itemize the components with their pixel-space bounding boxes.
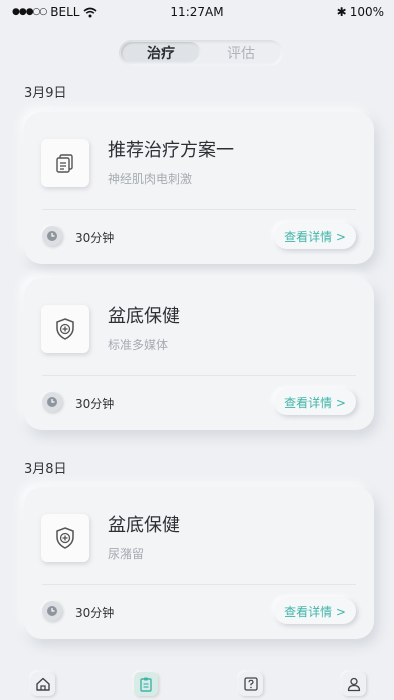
- card-title: 推荐治疗方案一: [108, 140, 234, 161]
- treatment-card[interactable]: 盆底保健 尿潴留 30分钟 查看详情 >: [24, 487, 374, 639]
- card-title: 盆底保健: [108, 306, 180, 327]
- bluetooth-icon: ✱: [336, 5, 347, 19]
- help-icon: [244, 677, 258, 691]
- duration: 30分钟: [75, 397, 115, 411]
- clock-icon: [42, 601, 62, 621]
- shield-plus-icon: [41, 514, 89, 562]
- tab-help[interactable]: [239, 672, 263, 696]
- status-right: ✱ 100%: [337, 5, 384, 19]
- user-icon: [347, 677, 361, 692]
- home-icon: [36, 677, 50, 691]
- document-icon: [41, 139, 89, 187]
- clock-icon: [42, 392, 62, 412]
- treatment-card[interactable]: 盆底保健 标准多媒体 30分钟 查看详情 >: [24, 278, 374, 430]
- card-subtitle: 神经肌肉电刺激: [108, 172, 193, 186]
- tab-home[interactable]: [31, 672, 55, 696]
- clock-icon: [42, 226, 62, 246]
- segmented-control: 治疗 评估: [119, 40, 283, 66]
- view-details-button[interactable]: 查看详情 >: [274, 598, 356, 624]
- tab-assessment[interactable]: 评估: [201, 42, 281, 64]
- date-header: 3月8日: [24, 462, 67, 477]
- shield-plus-icon: [41, 305, 89, 353]
- view-details-button[interactable]: 查看详情 >: [274, 223, 356, 249]
- view-details-button[interactable]: 查看详情 >: [274, 389, 356, 415]
- card-subtitle: 标准多媒体: [108, 338, 169, 352]
- treatment-card[interactable]: 推荐治疗方案一 神经肌肉电刺激 30分钟 查看详情 >: [24, 112, 374, 264]
- clock-time: 11:27AM: [170, 5, 224, 19]
- date-header: 3月9日: [24, 86, 67, 101]
- divider: [42, 375, 356, 376]
- duration: 30分钟: [75, 606, 115, 620]
- status-bar: ●●●○○ BELL 11:27AM ✱ 100%: [0, 0, 394, 24]
- duration: 30分钟: [75, 231, 115, 245]
- bottom-tab-bar: [0, 668, 394, 700]
- card-title: 盆底保健: [108, 515, 180, 536]
- clipboard-icon: [140, 677, 152, 692]
- tab-treatment[interactable]: 治疗: [121, 42, 201, 64]
- tab-records[interactable]: [134, 672, 158, 696]
- battery-level: 100%: [349, 5, 384, 19]
- card-subtitle: 尿潴留: [108, 547, 145, 561]
- divider: [42, 584, 356, 585]
- tab-profile[interactable]: [342, 672, 366, 696]
- divider: [42, 209, 356, 210]
